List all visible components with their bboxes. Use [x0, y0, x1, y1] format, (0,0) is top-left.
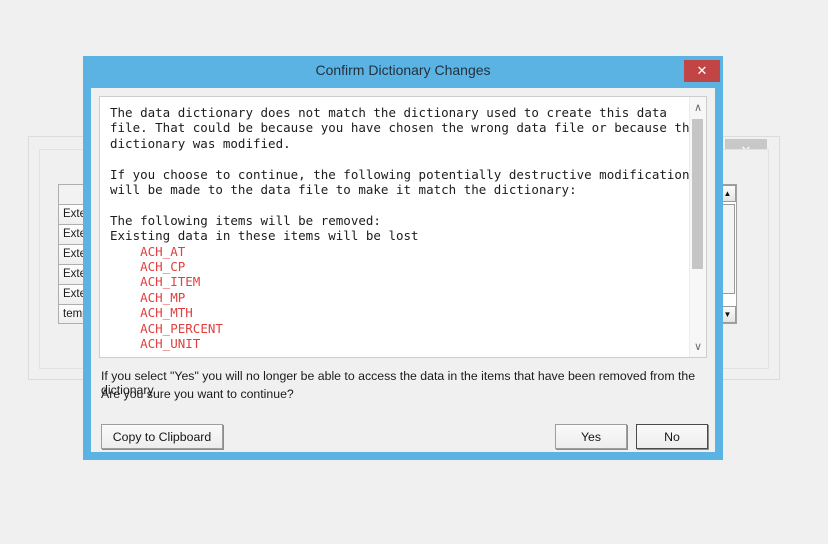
message-scroll-area[interactable]: The data dictionary does not match the d… [99, 96, 707, 358]
scroll-up-icon[interactable]: ∧ [690, 99, 706, 116]
removed-item: ACH_UNIT [140, 336, 201, 352]
removed-heading-line-2: Existing data in these items will be los… [110, 228, 419, 244]
close-icon[interactable]: ✕ [684, 60, 720, 82]
removed-heading-line-1: The following items will be removed: [110, 212, 381, 228]
yes-button[interactable]: Yes [555, 424, 627, 449]
scrollbar-thumb[interactable] [692, 119, 703, 269]
confirm-dictionary-changes-dialog: Confirm Dictionary Changes ✕ The data di… [83, 56, 723, 460]
removed-item: ACH_ITEM [140, 274, 201, 290]
message-paragraph-1: The data dictionary does not match the d… [110, 105, 689, 151]
removed-item: ACH_AT [140, 243, 186, 259]
dialog-title: Confirm Dictionary Changes [315, 62, 491, 78]
screen: ✕ Extern Extern Extern Extern Extern tem… [0, 0, 828, 544]
removed-item: ACH_PERCENT [140, 320, 223, 336]
copy-to-clipboard-button[interactable]: Copy to Clipboard [101, 424, 223, 449]
removed-item: ACH_MP [140, 289, 186, 305]
removed-item: ACH_CP [140, 259, 186, 275]
scroll-down-icon[interactable]: ∨ [690, 338, 706, 355]
message-paragraph-2: If you choose to continue, the following… [110, 166, 689, 198]
warning-line-2: Are you sure you want to continue? [101, 387, 294, 401]
message-scrollbar[interactable]: ∧ ∨ [689, 97, 706, 357]
message-text: The data dictionary does not match the d… [100, 97, 689, 357]
no-button[interactable]: No [636, 424, 708, 449]
dialog-titlebar[interactable]: Confirm Dictionary Changes ✕ [83, 56, 723, 84]
removed-item: ACH_MTH [140, 305, 193, 321]
dialog-body: The data dictionary does not match the d… [91, 88, 715, 452]
